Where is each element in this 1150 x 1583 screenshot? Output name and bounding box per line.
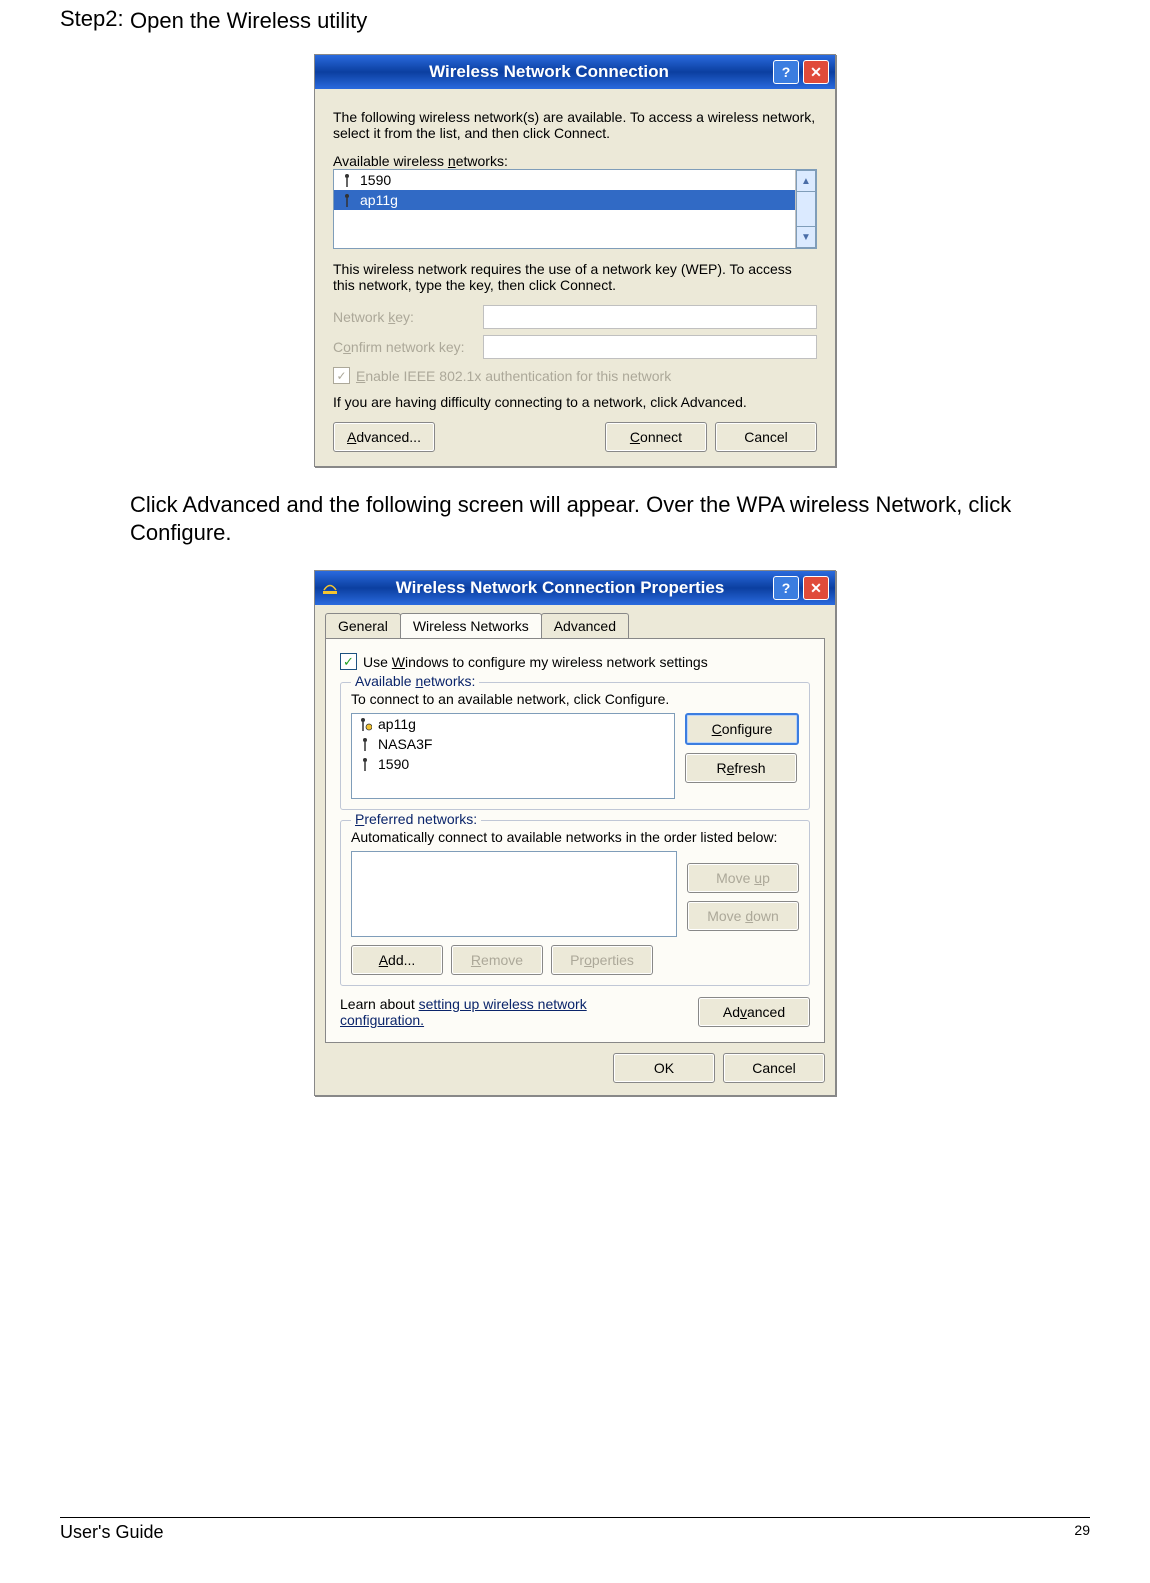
- list-item[interactable]: 1590: [352, 754, 674, 774]
- remove-button: Remove: [451, 945, 543, 975]
- antenna-secure-icon: [358, 717, 372, 731]
- checkbox-icon: ✓: [333, 367, 350, 384]
- help-icon[interactable]: ?: [773, 60, 799, 84]
- scroll-thumb[interactable]: [796, 191, 816, 227]
- dialog-wireless-network-connection-properties: Wireless Network Connection Properties ?…: [314, 570, 836, 1096]
- connect-button[interactable]: Connect: [605, 422, 707, 452]
- network-key-input[interactable]: [483, 305, 817, 329]
- network-name: 1590: [360, 172, 391, 188]
- learn-about-text: Learn about setting up wireless network …: [340, 996, 640, 1028]
- available-networks-label: Available wireless networks:: [333, 153, 817, 169]
- checkbox-checked-icon[interactable]: ✓: [340, 653, 357, 670]
- tab-general[interactable]: General: [325, 613, 401, 638]
- network-name: 1590: [378, 756, 409, 772]
- dialog-wireless-network-connection: Wireless Network Connection ? ✕ The foll…: [314, 54, 836, 467]
- refresh-button[interactable]: Refresh: [685, 753, 797, 783]
- figure-wireless-connection-dialog: Wireless Network Connection ? ✕ The foll…: [60, 54, 1090, 467]
- move-up-button: Move up: [687, 863, 799, 893]
- antenna-icon: [340, 173, 354, 187]
- dialog1-intro-text: The following wireless network(s) are av…: [333, 109, 817, 141]
- move-down-button: Move down: [687, 901, 799, 931]
- figure-connection-properties-dialog: Wireless Network Connection Properties ?…: [60, 570, 1090, 1096]
- scrollbar[interactable]: ▲ ▼: [795, 170, 816, 248]
- paragraph-text: Click Advanced and the following screen …: [130, 491, 1090, 546]
- use-windows-label: Use Windows to configure my wireless net…: [363, 654, 708, 670]
- enable-8021x-label: Enable IEEE 802.1x authentication for th…: [356, 368, 671, 384]
- footer-guide-label: User's Guide: [60, 1522, 163, 1543]
- tab-wireless-networks[interactable]: Wireless Networks: [400, 613, 542, 638]
- help-icon[interactable]: ?: [773, 576, 799, 600]
- add-button[interactable]: Add...: [351, 945, 443, 975]
- dialog1-title: Wireless Network Connection: [321, 62, 773, 82]
- network-key-label: Network key:: [333, 309, 483, 325]
- close-icon[interactable]: ✕: [803, 576, 829, 600]
- ok-button[interactable]: OK: [613, 1053, 715, 1083]
- advanced-button[interactable]: Advanced: [698, 997, 810, 1027]
- preferred-group-label: Preferred networks:: [351, 811, 481, 827]
- page-footer: User's Guide 29: [60, 1517, 1090, 1543]
- available-networks-list[interactable]: ap11g NASA3F: [351, 713, 675, 799]
- available-description: To connect to an available network, clic…: [351, 691, 799, 707]
- enable-8021x-checkbox-row: ✓ Enable IEEE 802.1x authentication for …: [333, 367, 817, 384]
- scroll-down-icon[interactable]: ▼: [796, 226, 816, 248]
- list-item-selected[interactable]: ap11g: [334, 190, 816, 210]
- tab-body: ✓ Use Windows to configure my wireless n…: [325, 638, 825, 1043]
- confirm-key-label: Confirm network key:: [333, 339, 483, 355]
- confirm-key-input[interactable]: [483, 335, 817, 359]
- configure-button[interactable]: Configure: [685, 713, 799, 745]
- available-group-label: Available networks:: [351, 673, 479, 689]
- antenna-icon: [358, 737, 372, 751]
- properties-button: Properties: [551, 945, 653, 975]
- wep-note-text: This wireless network requires the use o…: [333, 261, 817, 293]
- available-networks-group: Available networks: To connect to an ava…: [340, 682, 810, 810]
- wireless-icon: [321, 579, 339, 597]
- step-text: Open the Wireless utility: [130, 8, 1090, 34]
- antenna-icon: [340, 193, 354, 207]
- preferred-description: Automatically connect to available netwo…: [351, 829, 799, 845]
- tab-advanced[interactable]: Advanced: [541, 613, 629, 638]
- antenna-icon: [358, 757, 372, 771]
- list-item[interactable]: NASA3F: [352, 734, 674, 754]
- available-networks-list[interactable]: 1590 ap11g ▲ ▼: [333, 169, 817, 249]
- list-item[interactable]: ap11g: [352, 714, 674, 734]
- page-number: 29: [1074, 1522, 1090, 1543]
- advanced-button[interactable]: Advanced...: [333, 422, 435, 452]
- network-name: ap11g: [378, 716, 416, 732]
- titlebar: Wireless Network Connection ? ✕: [315, 55, 835, 89]
- difficulty-text: If you are having difficulty connecting …: [333, 394, 817, 410]
- use-windows-checkbox-row[interactable]: ✓ Use Windows to configure my wireless n…: [340, 653, 810, 670]
- dialog2-title: Wireless Network Connection Properties: [343, 578, 773, 598]
- scroll-up-icon[interactable]: ▲: [796, 170, 816, 192]
- cancel-button[interactable]: Cancel: [723, 1053, 825, 1083]
- network-name: ap11g: [360, 192, 398, 208]
- cancel-button[interactable]: Cancel: [715, 422, 817, 452]
- network-name: NASA3F: [378, 736, 432, 752]
- close-icon[interactable]: ✕: [803, 60, 829, 84]
- titlebar: Wireless Network Connection Properties ?…: [315, 571, 835, 605]
- preferred-networks-group: Preferred networks: Automatically connec…: [340, 820, 810, 986]
- list-item[interactable]: 1590: [334, 170, 816, 190]
- preferred-networks-list[interactable]: [351, 851, 677, 937]
- tabs-row: General Wireless Networks Advanced: [315, 605, 835, 638]
